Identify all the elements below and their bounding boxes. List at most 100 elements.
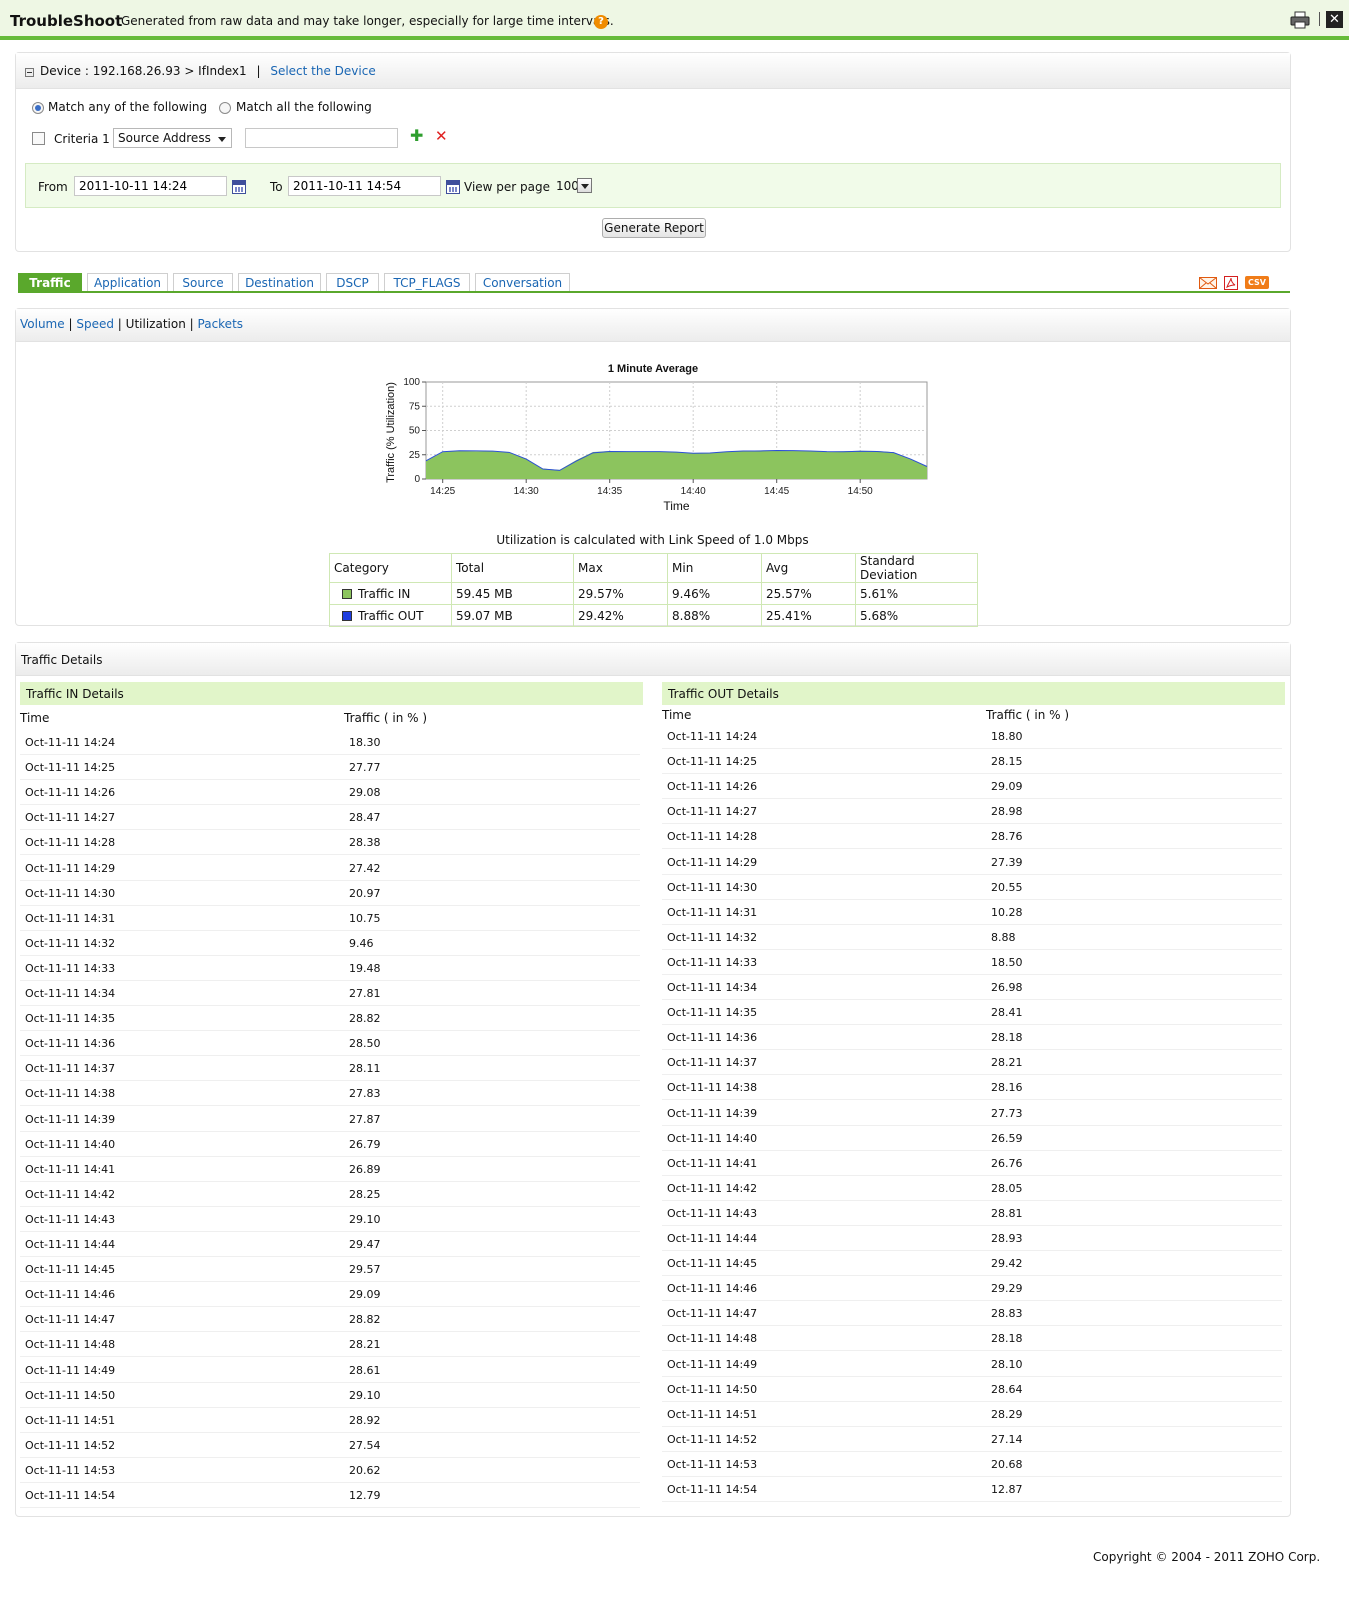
match-any-radio[interactable] bbox=[32, 102, 44, 114]
row-time: Oct-11-11 14:34 bbox=[667, 981, 758, 994]
traffic-in-details-header: Traffic IN Details bbox=[20, 682, 643, 705]
row-time: Oct-11-11 14:47 bbox=[667, 1307, 758, 1321]
row-time: Oct-11-11 14:25 bbox=[667, 755, 758, 769]
row-value: 29.57 bbox=[349, 1263, 381, 1277]
summary-header-max: Max bbox=[573, 553, 668, 583]
criteria-value-input[interactable] bbox=[245, 128, 398, 148]
row-value: 28.21 bbox=[991, 1056, 1023, 1070]
y-tick-label: 50 bbox=[409, 426, 421, 437]
match-all-radio[interactable] bbox=[219, 102, 231, 114]
row-value: 20.62 bbox=[349, 1463, 381, 1477]
summary-in-avg: 25.57% bbox=[761, 582, 856, 605]
table-row: Oct-11-11 14:50 29.10 bbox=[20, 1383, 640, 1408]
row-time: Oct-11-11 14:24 bbox=[25, 736, 116, 749]
tab-tcp-flags[interactable]: TCP_FLAGS bbox=[384, 273, 470, 292]
criteria-checkbox[interactable] bbox=[32, 132, 45, 145]
row-time: Oct-11-11 14:49 bbox=[667, 1357, 758, 1371]
row-value: 18.80 bbox=[991, 730, 1023, 743]
close-icon[interactable]: ✕ bbox=[1326, 11, 1343, 28]
question-icon[interactable]: ? bbox=[594, 15, 608, 29]
subnav-speed[interactable]: Speed bbox=[76, 317, 114, 331]
row-time: Oct-11-11 14:48 bbox=[667, 1332, 758, 1346]
summary-cell: Traffic IN bbox=[329, 582, 452, 605]
row-value: 28.82 bbox=[349, 1012, 381, 1026]
row-time: Oct-11-11 14:54 bbox=[667, 1483, 758, 1496]
select-device-link[interactable]: Select the Device bbox=[270, 64, 375, 78]
x-tick-label: 14:50 bbox=[848, 486, 873, 497]
subnav-packets[interactable]: Packets bbox=[198, 317, 244, 331]
tab-application[interactable]: Application bbox=[87, 273, 168, 292]
to-calendar-icon[interactable] bbox=[446, 180, 460, 194]
criteria-field-select[interactable]: Source Address bbox=[113, 128, 232, 148]
tab-dscp[interactable]: DSCP bbox=[326, 273, 379, 292]
chevron-down-icon bbox=[218, 137, 226, 142]
table-row: Oct-11-11 14:34 27.81 bbox=[20, 981, 640, 1006]
row-value: 28.11 bbox=[349, 1062, 381, 1076]
row-value: 28.50 bbox=[349, 1037, 381, 1051]
generate-report-button[interactable]: Generate Report bbox=[602, 218, 706, 238]
row-value: 28.83 bbox=[991, 1307, 1023, 1321]
row-value: 27.83 bbox=[349, 1087, 381, 1101]
summary-out-sd: 5.68% bbox=[855, 604, 978, 627]
app-title: TroubleShoot bbox=[10, 12, 123, 30]
add-criteria-icon[interactable]: ✚ bbox=[410, 126, 423, 145]
traffic-out-swatch bbox=[342, 610, 352, 621]
row-time: Oct-11-11 14:28 bbox=[25, 836, 116, 850]
table-row: Oct-11-11 14:31 10.28 bbox=[662, 900, 1282, 925]
row-time: Oct-11-11 14:33 bbox=[25, 961, 116, 975]
row-value: 27.77 bbox=[349, 761, 381, 775]
csv-icon[interactable]: CSV bbox=[1245, 276, 1269, 289]
row-time: Oct-11-11 14:30 bbox=[25, 886, 116, 900]
table-row: Oct-11-11 14:48 28.18 bbox=[662, 1326, 1282, 1352]
out-col-traffic: Traffic ( in % ) bbox=[986, 708, 1070, 722]
summary-in-sd: 5.61% bbox=[855, 582, 978, 605]
row-time: Oct-11-11 14:29 bbox=[25, 861, 116, 875]
row-value: 28.15 bbox=[991, 755, 1023, 769]
remove-criteria-icon[interactable]: ✕ bbox=[435, 127, 448, 145]
from-label: From bbox=[38, 180, 68, 194]
summary-in-total: 59.45 MB bbox=[451, 582, 574, 605]
print-icon[interactable] bbox=[1290, 11, 1310, 29]
tab-conversation[interactable]: Conversation bbox=[475, 273, 570, 292]
subnav-utilization: Utilization bbox=[125, 317, 186, 331]
view-per-page-dropdown[interactable] bbox=[577, 178, 592, 193]
summary-in-max: 29.57% bbox=[573, 582, 668, 605]
table-row: Oct-11-11 14:47 28.83 bbox=[662, 1301, 1282, 1327]
to-date-input[interactable] bbox=[288, 176, 441, 196]
row-time: Oct-11-11 14:36 bbox=[25, 1037, 116, 1051]
table-row: Oct-11-11 14:52 27.14 bbox=[662, 1427, 1282, 1452]
summary-in-min: 9.46% bbox=[667, 582, 762, 605]
tab-traffic[interactable]: Traffic bbox=[18, 273, 82, 292]
traffic-in-swatch bbox=[342, 588, 352, 599]
row-value: 28.10 bbox=[991, 1357, 1023, 1371]
row-value: 29.47 bbox=[349, 1238, 381, 1251]
header-bar: TroubleShoot Generated from raw data and… bbox=[0, 0, 1349, 40]
tab-source[interactable]: Source bbox=[173, 273, 233, 292]
row-time: Oct-11-11 14:39 bbox=[25, 1112, 116, 1126]
table-row: Oct-11-11 14:30 20.97 bbox=[20, 881, 640, 906]
row-time: Oct-11-11 14:43 bbox=[667, 1206, 758, 1220]
row-time: Oct-11-11 14:45 bbox=[667, 1257, 758, 1271]
row-time: Oct-11-11 14:49 bbox=[25, 1363, 116, 1377]
tab-destination[interactable]: Destination bbox=[238, 273, 321, 292]
table-row: Oct-11-11 14:46 29.09 bbox=[20, 1282, 640, 1308]
email-icon[interactable] bbox=[1199, 277, 1217, 289]
row-time: Oct-11-11 14:50 bbox=[25, 1388, 116, 1402]
from-calendar-icon[interactable] bbox=[232, 180, 246, 194]
summary-header-category: Category bbox=[329, 553, 452, 583]
summary-header-total: Total bbox=[451, 553, 574, 583]
row-value: 28.92 bbox=[349, 1413, 381, 1427]
subnav-volume[interactable]: Volume bbox=[20, 317, 65, 331]
row-value: 26.59 bbox=[991, 1131, 1023, 1145]
table-row: Oct-11-11 14:39 27.87 bbox=[20, 1107, 640, 1132]
tab-underline bbox=[18, 291, 1290, 293]
row-value: 28.47 bbox=[349, 811, 381, 825]
row-time: Oct-11-11 14:44 bbox=[667, 1232, 758, 1245]
collapse-icon[interactable] bbox=[25, 68, 34, 77]
pdf-icon[interactable] bbox=[1224, 276, 1238, 290]
summary-cell: Traffic OUT bbox=[329, 604, 452, 627]
table-row: Oct-11-11 14:50 28.64 bbox=[662, 1377, 1282, 1402]
row-value: 27.54 bbox=[349, 1438, 381, 1452]
from-date-input[interactable] bbox=[74, 176, 227, 196]
row-time: Oct-11-11 14:31 bbox=[667, 905, 758, 919]
